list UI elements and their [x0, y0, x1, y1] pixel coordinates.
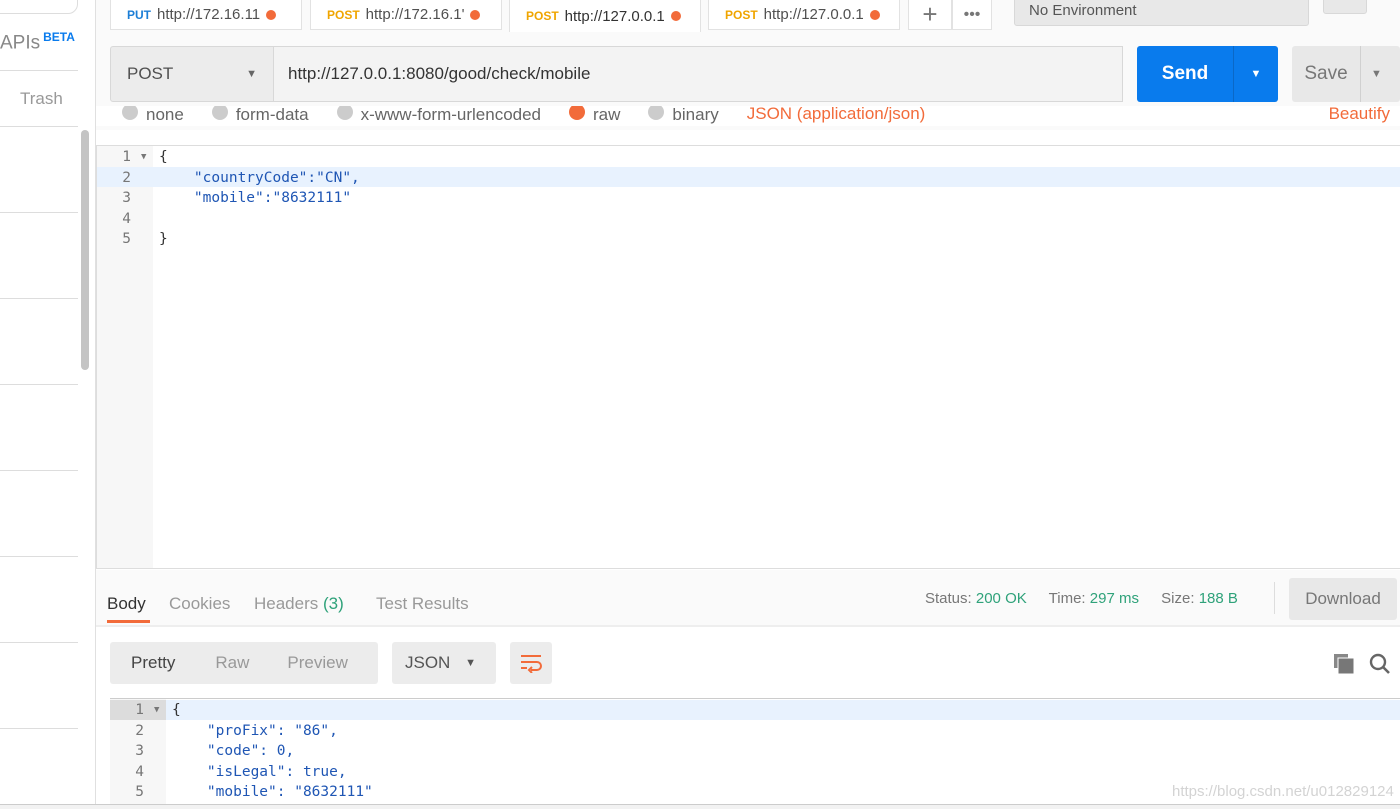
chevron-down-icon: ▼	[465, 657, 476, 669]
format-label: JSON	[405, 653, 451, 672]
unsaved-dot-icon	[869, 9, 880, 20]
response-tab-cookies[interactable]: Cookies	[169, 594, 230, 614]
url-input[interactable]: http://127.0.0.1:8080/good/check/mobile	[274, 46, 1123, 102]
request-body-editor[interactable]: 1 ▼ 2 3 4 5 { "countryCode":"CN", "mobile…	[96, 145, 1400, 569]
sidebar-search-box[interactable]	[0, 0, 78, 14]
status-value: 200 OK	[975, 590, 1027, 607]
request-body-code: { "countryCode":"CN", "mobile":"8632111"…	[159, 149, 360, 247]
environment-quicklook-button[interactable]	[1323, 0, 1367, 14]
view-raw[interactable]: Raw	[215, 653, 249, 673]
beta-badge: BETA	[43, 30, 75, 44]
watermark: https://blog.csdn.net/u012829124	[1172, 783, 1394, 800]
time-value: 297 ms	[1089, 590, 1139, 607]
sidebar: APIs BETA Trash	[0, 0, 96, 809]
tab-request-2[interactable]: POST http://172.16.1'	[310, 0, 502, 30]
send-options-chevron-icon[interactable]: ▼	[1233, 46, 1278, 102]
response-body-code: { "proFix": "86", "code": 0, "isLegal": …	[172, 702, 373, 800]
tab-method: POST	[725, 7, 758, 22]
status-bar	[0, 804, 1400, 809]
tab-method: POST	[327, 7, 360, 22]
tab-url: http://127.0.0.1	[564, 7, 665, 25]
radio-binary[interactable]: binary	[648, 106, 719, 125]
tab-url: http://127.0.0.1	[763, 6, 864, 23]
radio-form-data[interactable]: form-data	[211, 106, 309, 125]
chevron-down-icon: ▼	[246, 68, 257, 80]
tab-url: http://172.16.11	[157, 6, 261, 23]
method-select[interactable]: POST ▼	[110, 46, 274, 102]
sidebar-item-trash[interactable]: Trash	[20, 89, 63, 109]
line-numbers: 1 ▼ 2 3 4 5	[135, 702, 160, 800]
tab-method: PUT	[127, 7, 151, 22]
body-type-bar: none form-data x-www-form-urlencoded raw…	[96, 106, 1400, 126]
beautify-link[interactable]: Beautify	[1329, 106, 1390, 124]
environment-select[interactable]: No Environment	[1014, 0, 1309, 26]
send-button[interactable]: Send ▼	[1137, 46, 1278, 102]
environment-label: No Environment	[1029, 2, 1137, 19]
response-tab-body[interactable]: Body	[107, 594, 150, 623]
format-select[interactable]: JSON ▼	[392, 642, 496, 684]
radio-raw[interactable]: raw	[569, 106, 620, 125]
method-label: POST	[127, 64, 174, 83]
tab-method: POST	[526, 9, 559, 23]
content-type-select[interactable]: JSON (application/json)	[747, 106, 926, 125]
sidebar-item-apis[interactable]: APIs BETA	[0, 30, 75, 54]
send-label: Send	[1161, 63, 1209, 84]
sidebar-scrollbar[interactable]	[81, 130, 89, 370]
url-text: http://127.0.0.1:8080/good/check/mobile	[288, 64, 591, 83]
download-button[interactable]: Download	[1289, 578, 1397, 620]
new-tab-button[interactable]: +	[908, 0, 952, 30]
unsaved-dot-icon	[470, 9, 481, 20]
unsaved-dot-icon	[670, 11, 681, 21]
tab-request-3-active[interactable]: POST http://127.0.0.1	[509, 0, 701, 32]
tab-request-1[interactable]: PUT http://172.16.11	[110, 0, 302, 30]
tab-request-4[interactable]: POST http://127.0.0.1	[708, 0, 900, 30]
response-tab-headers[interactable]: Headers (3)	[254, 594, 344, 614]
view-mode-tabs: Pretty Raw Preview	[110, 642, 378, 684]
apis-label: APIs	[0, 32, 41, 54]
response-tab-test-results[interactable]: Test Results	[376, 594, 469, 614]
search-icon[interactable]	[1368, 652, 1392, 681]
wrap-icon	[521, 655, 542, 673]
copy-icon[interactable]	[1333, 653, 1355, 680]
line-numbers: 1 ▼ 2 3 4 5	[122, 149, 147, 247]
view-pretty[interactable]: Pretty	[131, 653, 175, 673]
radio-urlencoded[interactable]: x-www-form-urlencoded	[336, 106, 541, 125]
unsaved-dot-icon	[266, 9, 277, 20]
save-label: Save	[1304, 63, 1348, 84]
save-options-chevron-icon[interactable]: ▼	[1360, 46, 1400, 102]
wrap-lines-button[interactable]	[510, 642, 552, 684]
tab-url: http://172.16.1'	[365, 6, 465, 23]
response-header: Body Cookies Headers (3) Test Results St…	[96, 570, 1400, 627]
save-button[interactable]: Save ▼	[1292, 46, 1400, 102]
view-preview[interactable]: Preview	[287, 653, 347, 673]
more-icon: •••	[963, 5, 981, 23]
radio-none[interactable]: none	[122, 106, 184, 125]
plus-icon: +	[922, 0, 938, 29]
more-tabs-button[interactable]: •••	[952, 0, 992, 30]
size-value: 188 B	[1198, 590, 1238, 607]
response-meta: Status: 200 OK Time: 297 ms Size: 188 B	[925, 590, 1238, 607]
